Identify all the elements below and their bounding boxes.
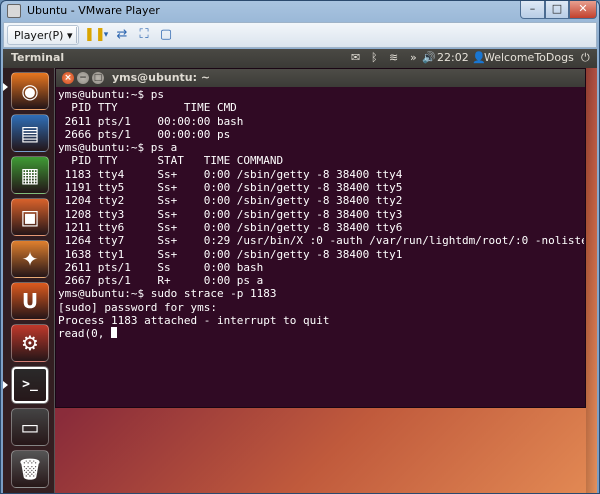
maximize-button[interactable]: □ bbox=[545, 1, 569, 19]
terminal-icon[interactable]: >_ bbox=[11, 366, 49, 404]
send-ctrl-alt-del-icon[interactable]: ⇄ bbox=[114, 27, 130, 43]
user-menu[interactable]: WelcomeToDogs bbox=[484, 51, 574, 64]
desktop-edge bbox=[586, 68, 597, 493]
volume-icon[interactable]: 🔊 bbox=[422, 51, 436, 64]
power-icon[interactable]: ⏻ bbox=[581, 51, 590, 65]
vmware-app-icon bbox=[7, 4, 21, 18]
terminal-line: Process 1183 attached - interrupt to qui… bbox=[58, 314, 330, 328]
terminal-line: yms@ubuntu:~$ sudo strace -p 1183 bbox=[58, 287, 277, 301]
terminal-line: PID TTY STAT TIME COMMAND bbox=[58, 154, 284, 168]
terminal-line: 1264 tty7 Ss+ 0:29 /usr/bin/X :0 -auth /… bbox=[58, 234, 584, 248]
unity-mode-icon[interactable]: ▢ bbox=[158, 27, 174, 43]
close-button[interactable]: ✕ bbox=[569, 1, 597, 19]
firefox-icon[interactable]: ◉ bbox=[11, 72, 49, 110]
terminal-output[interactable]: yms@ubuntu:~$ ps PID TTY TIME CMD 2611 p… bbox=[58, 88, 584, 406]
pause-dropdown-icon[interactable]: ▾ bbox=[98, 27, 114, 43]
bluetooth-icon[interactable]: ᛒ bbox=[371, 51, 378, 64]
terminal-title-bar[interactable]: × − □ yms@ubuntu: ~ bbox=[56, 69, 585, 87]
libreoffice-calc-icon[interactable]: ▦ bbox=[11, 156, 49, 194]
keyboard-layout-icon[interactable]: » bbox=[410, 51, 417, 64]
title-bar: Ubuntu - VMware Player – □ ✕ bbox=[1, 1, 599, 21]
terminal-line: yms@ubuntu:~$ ps bbox=[58, 88, 164, 101]
terminal-line: 2611 pts/1 00:00:00 bash bbox=[58, 114, 244, 128]
trash-icon[interactable]: 🗑 bbox=[11, 450, 49, 488]
terminal-line: [sudo] password for yms: bbox=[58, 300, 217, 314]
ubuntu-top-panel: Terminal ✉ ᛒ ≋ » 🔊 22:02 👤 WelcomeToDogs… bbox=[3, 49, 597, 68]
player-menu-button[interactable]: Player(P) ▾ bbox=[7, 25, 80, 45]
terminal-window[interactable]: × − □ yms@ubuntu: ~ yms@ubuntu:~$ ps PID… bbox=[55, 68, 586, 408]
software-center-icon[interactable]: ✦ bbox=[11, 240, 49, 278]
libreoffice-writer-icon[interactable]: ▤ bbox=[11, 114, 49, 152]
toolbar-separator bbox=[76, 27, 77, 43]
terminal-line: yms@ubuntu:~$ ps a bbox=[58, 141, 178, 155]
ubuntu-one-icon[interactable]: U bbox=[11, 282, 49, 320]
terminal-prompt-line: read(0, bbox=[58, 327, 584, 340]
libreoffice-impress-icon[interactable]: ▣ bbox=[11, 198, 49, 236]
active-app-name: Terminal bbox=[11, 51, 65, 64]
minimize-button[interactable]: – bbox=[520, 1, 545, 19]
system-settings-icon[interactable]: ⚙ bbox=[11, 324, 49, 362]
unity-launcher: ◉ ▤ ▦ ▣ ✦ U ⚙ >_ ▭ 🗑 bbox=[3, 68, 55, 493]
terminal-line: 1204 tty2 Ss+ 0:00 /sbin/getty -8 38400 … bbox=[58, 194, 403, 208]
terminal-line: 2611 pts/1 Ss 0:00 bash bbox=[58, 260, 264, 274]
terminal-minimize-button[interactable]: − bbox=[77, 72, 89, 84]
text-cursor bbox=[110, 327, 117, 339]
vmware-toolbar: Player(P) ▾ ❚❚ ▾ ⇄ ⛶ ▢ bbox=[3, 22, 597, 48]
terminal-line: 2667 pts/1 R+ 0:00 ps a bbox=[58, 274, 264, 288]
fullscreen-icon[interactable]: ⛶ bbox=[136, 27, 152, 43]
running-app-indicator bbox=[3, 83, 8, 91]
running-app-indicator bbox=[3, 381, 8, 389]
clock[interactable]: 22:02 bbox=[437, 51, 469, 64]
terminal-current-output: read(0, bbox=[58, 327, 111, 341]
workspace-switcher-icon[interactable]: ▭ bbox=[11, 408, 49, 446]
terminal-line: 2666 pts/1 00:00:00 ps bbox=[58, 127, 231, 141]
terminal-line: 1211 tty6 Ss+ 0:00 /sbin/getty -8 38400 … bbox=[58, 220, 403, 234]
terminal-close-button[interactable]: × bbox=[62, 72, 74, 84]
terminal-line: 1183 tty4 Ss+ 0:00 /sbin/getty -8 38400 … bbox=[58, 167, 403, 181]
terminal-line: 1638 tty1 Ss+ 0:00 /sbin/getty -8 38400 … bbox=[58, 247, 403, 261]
terminal-maximize-button[interactable]: □ bbox=[92, 72, 104, 84]
terminal-line: 1191 tty5 Ss+ 0:00 /sbin/getty -8 38400 … bbox=[58, 181, 403, 195]
vmware-player-window: Ubuntu - VMware Player – □ ✕ Player(P) ▾… bbox=[0, 0, 600, 494]
window-title: Ubuntu - VMware Player bbox=[27, 4, 160, 17]
terminal-line: PID TTY TIME CMD bbox=[58, 101, 237, 115]
network-icon[interactable]: ≋ bbox=[389, 51, 398, 64]
terminal-title: yms@ubuntu: ~ bbox=[112, 71, 211, 84]
terminal-line: 1208 tty3 Ss+ 0:00 /sbin/getty -8 38400 … bbox=[58, 207, 403, 221]
mail-icon[interactable]: ✉ bbox=[351, 51, 360, 64]
